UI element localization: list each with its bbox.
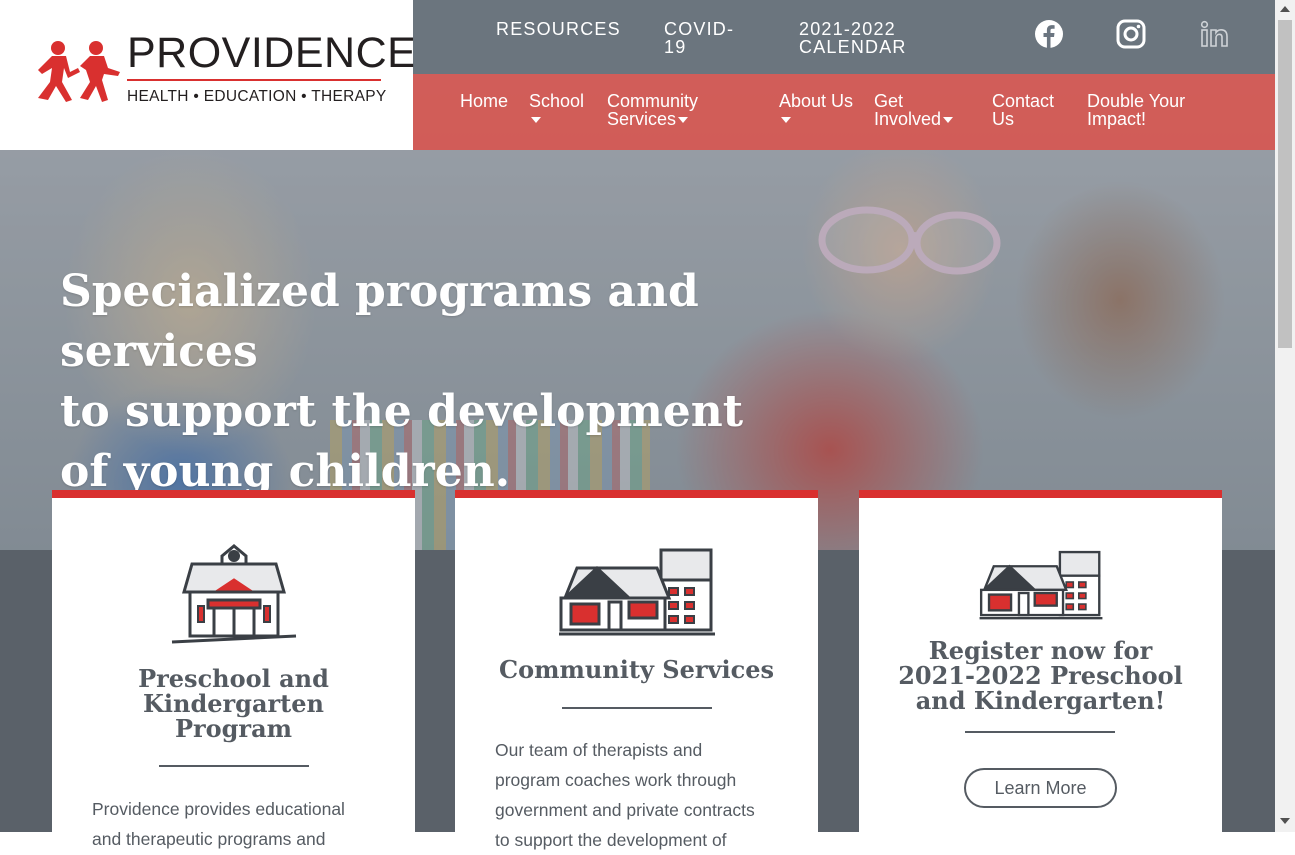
schoolhouse-icon	[171, 544, 297, 644]
card-title-line: and Kindergarten!	[915, 686, 1166, 715]
card-text-line: Our team of therapists and	[495, 740, 703, 760]
card-title: Community Services	[498, 655, 774, 684]
chevron-down-icon	[678, 117, 689, 124]
covid-link-line: 19	[664, 37, 687, 57]
card-text-line: Providence provides educational	[92, 799, 345, 819]
facebook-icon[interactable]	[1033, 18, 1065, 50]
card-register-now: Register now for 2021-2022 Preschool and…	[859, 490, 1222, 832]
nav-get-involved[interactable]: Get Involved	[874, 91, 954, 129]
logo-subtitle: HEALTH • EDUCATION • THERAPY	[127, 88, 387, 105]
scroll-up-arrow-icon[interactable]	[1280, 6, 1290, 12]
nav-involved-label: Get	[874, 91, 904, 111]
running-children-logo-icon	[38, 41, 120, 102]
nav-school-label: School	[529, 91, 585, 111]
nav-community-services[interactable]: Community Services	[607, 92, 698, 128]
nav-involved-label: Involved	[874, 109, 942, 129]
scroll-down-arrow-icon[interactable]	[1280, 818, 1290, 824]
hero-line: to support the development	[60, 386, 744, 437]
hero-line: Specialized programs and services	[60, 266, 699, 377]
scrollbar-thumb[interactable]	[1278, 20, 1292, 348]
chevron-down-icon	[531, 117, 541, 124]
calendar-link[interactable]: 2021-2022 CALENDAR	[799, 20, 907, 56]
card-text-line: program coaches work through	[495, 770, 737, 790]
resources-link[interactable]: RESOURCES	[496, 20, 621, 38]
hero-headline: Specialized programs and services to sup…	[60, 262, 860, 502]
community-house-icon	[559, 548, 715, 636]
card-community-services: Community Services Our team of therapist…	[455, 490, 818, 850]
learn-more-button[interactable]: Learn More	[964, 768, 1117, 808]
card-description: Our team of therapists and program coach…	[495, 735, 785, 855]
nav-school[interactable]: School	[529, 92, 584, 128]
covid-link-line: COVID-	[664, 19, 735, 39]
calendar-link-line: CALENDAR	[799, 37, 907, 57]
nav-double-your-impact[interactable]: Double Your Impact!	[1087, 92, 1185, 128]
card-text-line: to support the development of	[495, 830, 727, 850]
chevron-down-icon	[943, 117, 954, 124]
nav-contact-label: Contact	[992, 91, 1055, 111]
nav-impact-label: Impact!	[1087, 109, 1147, 129]
nav-impact-label: Double Your	[1087, 91, 1186, 111]
vertical-scrollbar[interactable]	[1275, 0, 1295, 832]
instagram-icon[interactable]	[1115, 18, 1147, 50]
card-text-line: and therapeutic programs and	[92, 829, 326, 849]
nav-about-us[interactable]: About Us	[779, 92, 853, 128]
card-description: Providence provides educational and ther…	[92, 794, 382, 854]
community-house-icon	[979, 550, 1103, 620]
top-utility-bar: RESOURCES COVID- 19 2021-2022 CALENDAR	[413, 0, 1275, 74]
card-divider	[159, 765, 309, 767]
card-title: Preschool and Kindergarten Program	[52, 666, 415, 741]
calendar-link-line: 2021-2022	[799, 19, 896, 39]
site-logo[interactable]: PROVIDENCE HEALTH • EDUCATION • THERAPY	[0, 0, 417, 150]
nav-community-label: Community	[607, 91, 699, 111]
card-title: Register now for 2021-2022 Preschool and…	[859, 638, 1222, 713]
card-text-line: government and private contracts	[495, 800, 755, 820]
card-divider	[562, 707, 712, 709]
nav-contact-us[interactable]: Contact Us	[992, 92, 1054, 128]
main-navigation: Home School Community Services About Us …	[413, 74, 1275, 150]
logo-title: PROVIDENCE	[127, 29, 417, 77]
nav-community-label: Services	[607, 109, 677, 129]
logo-divider	[127, 79, 381, 81]
card-preschool-program: Preschool and Kindergarten Program Provi…	[52, 490, 415, 849]
nav-about-label: About Us	[779, 91, 854, 111]
card-title-line: Program	[174, 714, 293, 743]
linkedin-icon[interactable]	[1199, 18, 1231, 50]
covid-19-link[interactable]: COVID- 19	[664, 20, 734, 56]
nav-contact-label: Us	[992, 109, 1014, 129]
card-divider	[965, 731, 1115, 733]
chevron-down-icon	[781, 117, 791, 124]
nav-home[interactable]: Home	[460, 92, 508, 110]
